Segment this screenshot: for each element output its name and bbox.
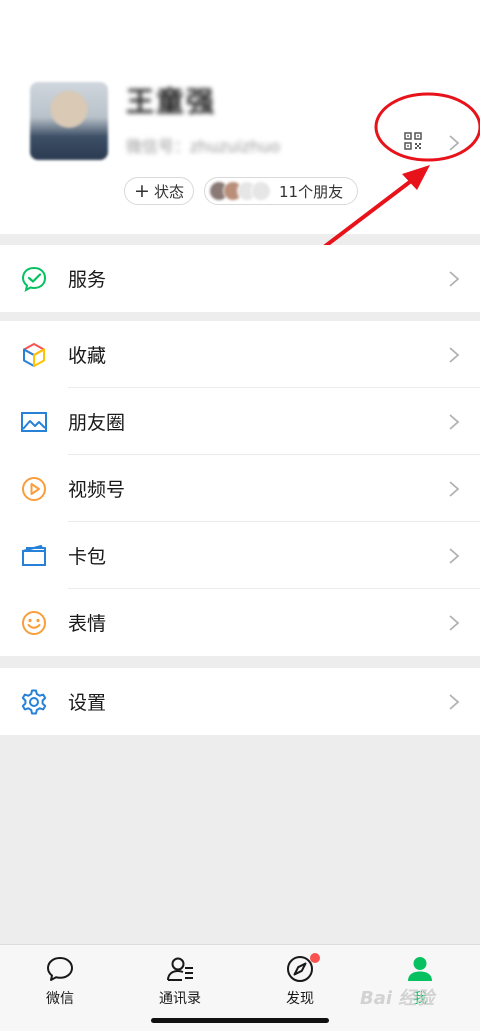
discover-badge-dot [310,953,320,963]
chevron-right-icon [449,480,460,497]
channels-play-icon [22,476,46,501]
services-check-icon [21,266,47,292]
me-person-icon [408,957,432,981]
friends-count-label: 11个朋友 [279,182,344,201]
status-label: 状态 [153,182,184,201]
chevron-right-icon [449,693,460,710]
main-menu-group: 收藏 朋友圈 视频号 卡包 表情 [0,321,480,656]
profile-wechat-id: 微信号：zhuzuizhuo [126,137,281,156]
menu-item-stickers[interactable]: 表情 [0,589,480,656]
favorites-label: 收藏 [68,345,107,367]
chevron-right-icon [449,614,460,631]
channels-label: 视频号 [68,479,126,501]
contacts-person-icon [167,957,193,981]
services-group: 服务 [0,245,480,312]
profile-nickname: 王童强 [126,85,217,118]
chevron-right-icon [449,413,460,430]
friends-status-button[interactable]: 11个朋友 [204,177,358,205]
settings-label: 设置 [68,692,107,714]
favorites-cube-icon [23,342,45,367]
services-label: 服务 [68,269,107,291]
tab-contacts[interactable]: 通讯录 [120,945,240,1015]
menu-item-cards[interactable]: 卡包 [0,522,480,589]
cards-label: 卡包 [68,546,107,568]
moments-label: 朋友圈 [68,412,126,434]
stickers-label: 表情 [68,613,107,635]
menu-item-moments[interactable]: 朋友圈 [0,388,480,455]
sticker-smile-icon [22,610,46,635]
watermark: Bai 经验 [360,988,435,1009]
menu-item-channels[interactable]: 视频号 [0,455,480,522]
chat-bubble-icon [47,957,73,981]
profile-avatar[interactable] [30,82,108,160]
home-indicator[interactable] [151,1018,329,1023]
tab-chats[interactable]: 微信 [0,945,120,1015]
settings-group: 设置 [0,668,480,735]
tab-chats-label: 微信 [46,991,74,1007]
chevron-right-icon [449,547,460,564]
friend-avatars [209,181,271,201]
chevron-right-icon[interactable] [448,134,460,152]
moments-picture-icon [21,411,47,432]
chevron-right-icon [449,346,460,363]
settings-gear-icon [21,689,47,714]
plus-icon: + [134,179,150,202]
qr-code-icon[interactable] [404,132,422,150]
chevron-right-icon [449,270,460,287]
wallet-card-icon [22,544,46,566]
add-status-button[interactable]: + 状态 [124,177,194,205]
profile-header[interactable]: 王童强 微信号：zhuzuizhuo + 状态 11个朋友 [0,0,480,234]
menu-item-favorites[interactable]: 收藏 [0,321,480,388]
tab-contacts-label: 通讯录 [159,991,201,1007]
menu-item-services[interactable]: 服务 [0,245,480,312]
menu-item-settings[interactable]: 设置 [0,668,480,735]
tab-discover[interactable]: 发现 [240,945,360,1015]
tab-discover-label: 发现 [286,991,314,1007]
